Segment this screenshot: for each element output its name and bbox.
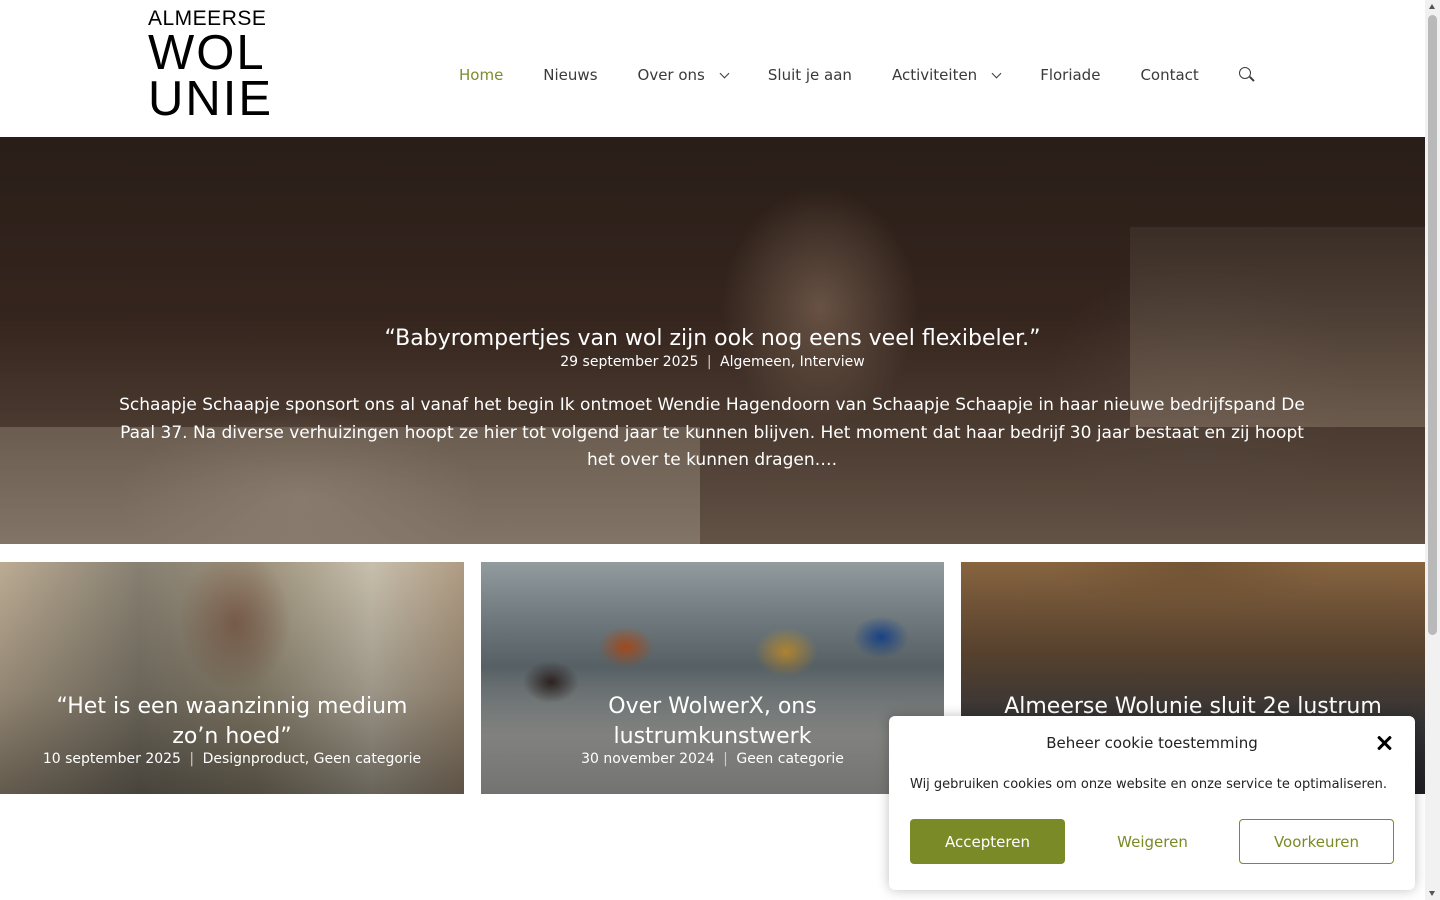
post-date: 10 september 2025 (42, 751, 181, 767)
scrollbar-thumb[interactable] (1428, 15, 1437, 635)
logo-line-2: WOL (148, 26, 266, 80)
post-categories[interactable]: Geen categorie (736, 751, 844, 767)
post-date: 30 november 2024 (581, 751, 715, 767)
post-card[interactable]: Over WolwerX, ons lustrumkunstwerk 30 no… (481, 562, 944, 794)
post-card-title[interactable]: “Het is een waanzinnig medium zo’n hoed” (0, 692, 464, 752)
post-date: 29 september 2025 (560, 354, 699, 370)
cookie-consent-dialog: Beheer cookie toestemming Wij gebruiken … (889, 716, 1415, 890)
nav-item-label: Over ons (637, 66, 705, 84)
scroll-down-arrow-icon[interactable] (1429, 891, 1435, 896)
nav-item-floriade[interactable]: Floriade (1020, 66, 1120, 84)
main-navigation: Home Nieuws Over ons Sluit je aan Activi… (439, 55, 1275, 95)
search-icon (1238, 67, 1255, 83)
nav-item-label: Home (459, 66, 504, 84)
cookie-dialog-title: Beheer cookie toestemming (1046, 734, 1258, 752)
nav-item-label: Sluit je aan (767, 66, 852, 84)
featured-post-title[interactable]: “Babyrompertjes van wol zijn ook nog een… (0, 326, 1425, 351)
post-card-meta: 10 september 2025 | Designproduct, Geen … (0, 751, 464, 767)
accept-button[interactable]: Accepteren (910, 819, 1065, 864)
featured-post-excerpt: Schaapje Schaapje sponsort ons al vanaf … (119, 395, 1305, 470)
nav-item-nieuws[interactable]: Nieuws (523, 66, 617, 84)
close-icon[interactable] (1375, 734, 1393, 752)
meta-separator: | (723, 751, 728, 767)
nav-item-label: Contact (1140, 66, 1199, 84)
featured-post[interactable]: “Babyrompertjes van wol zijn ook nog een… (0, 137, 1425, 544)
site-header: ALMEERSE WOL UNIE Home Nieuws Over ons S… (0, 0, 1425, 137)
nav-item-contact[interactable]: Contact (1120, 66, 1218, 84)
chevron-down-icon (991, 68, 1002, 78)
preferences-button[interactable]: Voorkeuren (1239, 819, 1394, 864)
nav-item-label: Floriade (1040, 66, 1101, 84)
post-categories[interactable]: Algemeen, Interview (720, 354, 865, 370)
nav-item-label: Nieuws (543, 66, 598, 84)
deny-button[interactable]: Weigeren (1075, 819, 1230, 864)
chevron-down-icon (719, 68, 730, 78)
cookie-dialog-text: Wij gebruiken cookies om onze website en… (910, 777, 1387, 792)
meta-separator: | (189, 751, 195, 767)
post-card-meta: 30 november 2024 | Geen categorie (481, 751, 944, 767)
meta-separator: | (706, 354, 712, 370)
search-button[interactable] (1219, 67, 1275, 83)
nav-item-over-ons[interactable]: Over ons (618, 66, 748, 84)
site-logo[interactable]: ALMEERSE WOL UNIE (148, 8, 274, 126)
nav-item-sluit-je-aan[interactable]: Sluit je aan (748, 66, 872, 84)
nav-item-label: Activiteiten (891, 66, 978, 84)
featured-post-meta: 29 september 2025 | Algemeen, Interview (0, 354, 1425, 370)
scroll-up-arrow-icon[interactable] (1429, 4, 1435, 9)
nav-item-activiteiten[interactable]: Activiteiten (872, 66, 1020, 84)
logo-line-3: UNIE (148, 72, 274, 126)
nav-item-home[interactable]: Home (439, 66, 523, 84)
page-scrollbar[interactable] (1425, 0, 1440, 900)
post-card[interactable]: “Het is een waanzinnig medium zo’n hoed”… (0, 562, 464, 794)
post-card-title[interactable]: Over WolwerX, ons lustrumkunstwerk (481, 692, 944, 752)
post-categories[interactable]: Designproduct, Geen categorie (203, 751, 422, 767)
